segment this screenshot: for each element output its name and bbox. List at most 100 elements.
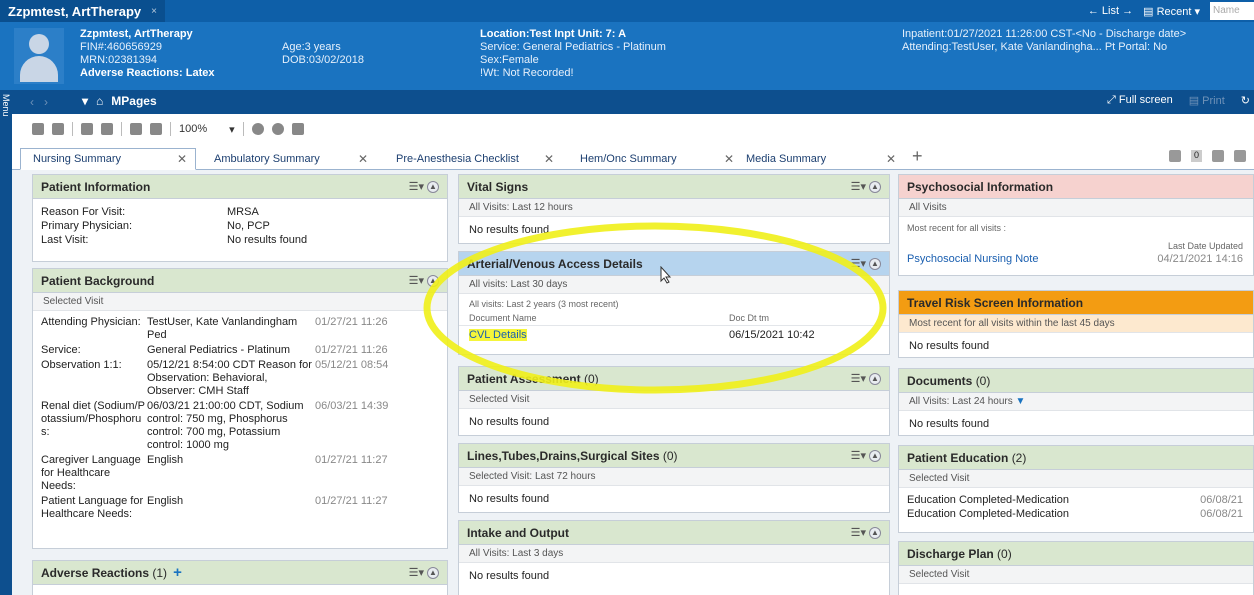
collapse-icon[interactable]: ▲ bbox=[869, 449, 881, 462]
collapse-icon[interactable]: ▲ bbox=[427, 566, 439, 579]
panel-icon[interactable] bbox=[1234, 150, 1246, 162]
chevron-down-icon[interactable]: ▼ bbox=[1016, 396, 1026, 407]
panel-count: (0) bbox=[662, 448, 678, 463]
tab-label: Media Summary bbox=[746, 153, 827, 165]
close-icon[interactable]: ✕ bbox=[358, 152, 368, 166]
panel-subheader: All Visits bbox=[899, 199, 1253, 217]
panel-header[interactable]: Travel Risk Screen Information bbox=[899, 291, 1253, 315]
page-icon[interactable] bbox=[52, 123, 64, 135]
patient-tab[interactable]: Zzpmtest, ArtTherapy × bbox=[0, 0, 165, 22]
zoom-out-icon[interactable] bbox=[150, 123, 162, 135]
close-icon[interactable]: ✕ bbox=[886, 152, 896, 166]
panel-header[interactable]: Patient Assessment (0) ☰▾ ▲ bbox=[459, 367, 889, 391]
list-label: List bbox=[1101, 5, 1120, 17]
panel-count: (0) bbox=[975, 373, 991, 388]
row-label: Observation 1:1: bbox=[41, 359, 122, 371]
menu-icon[interactable]: ☰▾ bbox=[409, 180, 424, 193]
menu-icon[interactable]: ☰▾ bbox=[851, 449, 866, 462]
chevron-down-icon[interactable]: ▾ bbox=[82, 94, 88, 108]
mouse-cursor-icon bbox=[660, 265, 672, 284]
menu-icon[interactable]: ☰▾ bbox=[851, 180, 866, 193]
tab-pre-anesthesia-checklist[interactable]: Pre-Anesthesia Checklist ✕ bbox=[384, 148, 562, 170]
zoom-in-icon[interactable] bbox=[130, 123, 142, 135]
close-icon[interactable]: ✕ bbox=[544, 152, 554, 166]
zoom-dropdown-icon[interactable]: ▾ bbox=[229, 123, 235, 136]
subheader-label: All Visits: Last 24 hours bbox=[909, 396, 1013, 407]
menu-icon[interactable]: ☰▾ bbox=[409, 566, 424, 579]
panel-count: (0) bbox=[997, 546, 1012, 561]
tab-ambulatory-summary[interactable]: Ambulatory Summary ✕ bbox=[202, 148, 376, 170]
arterial-venous-access-panel: Arterial/Venous Access Details ☰▾ ▲ All v… bbox=[458, 251, 890, 355]
panel-header[interactable]: Vital Signs ☰▾ ▲ bbox=[459, 175, 889, 199]
copy-icon[interactable] bbox=[101, 123, 113, 135]
panel-header[interactable]: Arterial/Venous Access Details ☰▾ ▲ bbox=[459, 252, 889, 276]
menu-icon[interactable]: ☰▾ bbox=[409, 274, 424, 287]
row-label: Renal diet (Sodium/Potassium/Phosphorus: bbox=[41, 400, 145, 438]
row-date: 06/03/21 14:39 bbox=[315, 400, 389, 412]
documents-panel: Documents (0) All Visits: Last 24 hours … bbox=[898, 368, 1254, 436]
panel-header[interactable]: Discharge Plan (0) bbox=[899, 542, 1253, 566]
panel-header[interactable]: Patient Background ☰▾ ▲ bbox=[33, 269, 447, 293]
close-icon[interactable]: ✕ bbox=[724, 152, 734, 166]
collapse-icon[interactable]: ▲ bbox=[869, 180, 881, 193]
collapse-icon[interactable]: ▲ bbox=[869, 526, 881, 539]
panel-header[interactable]: Patient Information ☰▾ ▲ bbox=[33, 175, 447, 199]
panel-header[interactable]: Documents (0) bbox=[899, 369, 1253, 393]
panel-subheader: Selected Visit bbox=[459, 391, 889, 409]
inbox-icon[interactable] bbox=[1168, 150, 1181, 162]
panel-title: Discharge Plan bbox=[907, 546, 994, 561]
tab-media-summary[interactable]: Media Summary ✕ bbox=[734, 148, 904, 170]
menu-icon[interactable]: ☰▾ bbox=[851, 372, 866, 385]
record-icon[interactable] bbox=[271, 123, 284, 135]
panel-subheader[interactable]: All Visits: Last 24 hours ▼ bbox=[899, 393, 1253, 411]
close-icon[interactable]: × bbox=[151, 6, 157, 17]
psychosocial-panel: Psychosocial Information All Visits Most… bbox=[898, 174, 1254, 276]
panel-header[interactable]: Lines,Tubes,Drains,Surgical Sites (0) ☰▾… bbox=[459, 444, 889, 468]
collapse-icon[interactable]: ▲ bbox=[869, 372, 881, 385]
zoom-level[interactable]: 100% bbox=[179, 123, 207, 135]
list-nav[interactable]: ← List → bbox=[1088, 5, 1133, 17]
collapse-icon[interactable]: ▲ bbox=[427, 274, 439, 287]
page-tabs: Nursing Summary ✕ Ambulatory Summary ✕ Pre… bbox=[12, 144, 1254, 170]
menu-icon[interactable]: ☰▾ bbox=[851, 526, 866, 539]
list-item[interactable]: Education Completed-Medication 06/08/21 bbox=[899, 488, 1253, 506]
row-label: Primary Physician: bbox=[41, 220, 133, 232]
panel-header[interactable]: Intake and Output ☰▾ ▲ bbox=[459, 521, 889, 545]
home-tool-icon[interactable] bbox=[291, 123, 304, 135]
refresh-icon[interactable]: ↻ bbox=[1241, 94, 1250, 107]
list-item[interactable]: Education Completed-Medication 06/08/21 bbox=[899, 506, 1253, 520]
panel-header[interactable]: Psychosocial Information bbox=[899, 175, 1253, 199]
panel-title: Travel Risk Screen Information bbox=[907, 295, 1084, 310]
tab-nursing-summary[interactable]: Nursing Summary ✕ bbox=[20, 148, 196, 170]
count-badge: 0 bbox=[1190, 150, 1202, 162]
print-button[interactable]: ▤ Print bbox=[1189, 94, 1225, 107]
collapse-icon[interactable]: ▲ bbox=[427, 180, 439, 193]
print-icon[interactable] bbox=[81, 123, 93, 135]
collapse-icon[interactable]: ▲ bbox=[869, 257, 881, 270]
banner-patient-name[interactable]: Zzpmtest, ArtTherapy bbox=[80, 28, 215, 41]
row-label: Caregiver Language for Healthcare Needs: bbox=[41, 454, 141, 492]
stop-icon[interactable] bbox=[251, 123, 264, 135]
close-icon[interactable]: ✕ bbox=[177, 152, 187, 166]
add-icon[interactable]: + bbox=[173, 564, 182, 581]
fullscreen-button[interactable]: ⤢ Full screen bbox=[1107, 94, 1173, 107]
list-item[interactable]: Psychosocial Nursing Note 04/21/2021 14:… bbox=[899, 251, 1253, 265]
add-tab-icon[interactable]: + bbox=[912, 146, 923, 167]
list-item[interactable]: CVL Details 06/15/2021 10:42 bbox=[459, 325, 889, 344]
nav-back-forward[interactable]: ‹ › bbox=[30, 95, 55, 109]
menu-icon[interactable]: ☰▾ bbox=[851, 257, 866, 270]
recent-menu[interactable]: ▤ Recent ▾ bbox=[1143, 5, 1200, 18]
psychosocial-note-link[interactable]: Psychosocial Nursing Note bbox=[907, 253, 1038, 265]
tag-icon[interactable] bbox=[1212, 150, 1224, 162]
tab-hem-onc-summary[interactable]: Hem/Onc Summary ✕ bbox=[568, 148, 742, 170]
home-icon[interactable]: ⌂ bbox=[96, 94, 103, 108]
banner-adverse[interactable]: Adverse Reactions: Latex bbox=[80, 67, 215, 80]
panel-subheader: Selected Visit bbox=[899, 470, 1253, 488]
name-search-input[interactable]: Name bbox=[1210, 2, 1254, 20]
document-link[interactable]: CVL Details bbox=[469, 329, 527, 341]
binoculars-icon[interactable] bbox=[32, 123, 44, 135]
panel-header[interactable]: Adverse Reactions (1) + ☰▾ ▲ bbox=[33, 561, 447, 585]
panel-header[interactable]: Patient Education (2) bbox=[899, 446, 1253, 470]
row-label: Service: bbox=[41, 344, 81, 356]
menu-strip[interactable]: Menu bbox=[0, 90, 12, 595]
